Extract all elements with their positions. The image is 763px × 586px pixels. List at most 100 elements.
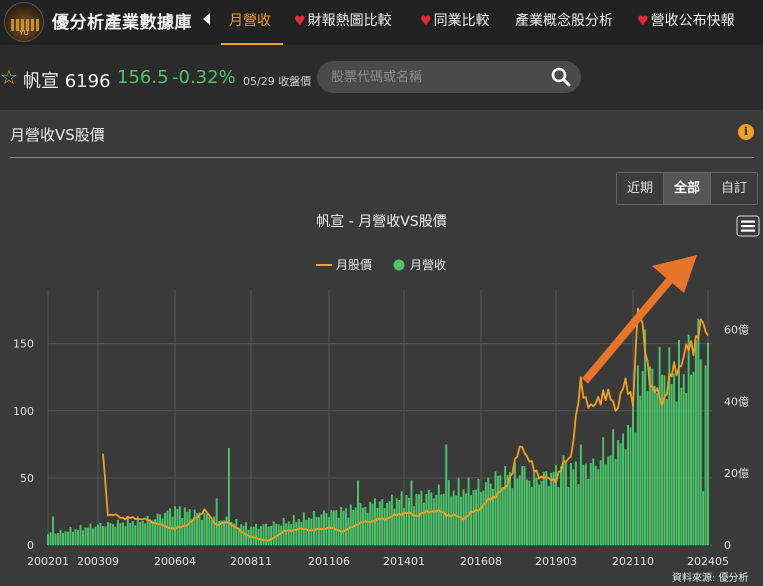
revenue-bar bbox=[77, 529, 79, 545]
revenue-bar bbox=[584, 463, 587, 545]
y-right-tick-label: 40億 bbox=[724, 395, 749, 408]
revenue-bar bbox=[653, 385, 656, 545]
revenue-bar bbox=[574, 461, 577, 545]
revenue-bar bbox=[472, 489, 475, 545]
revenue-bar bbox=[79, 524, 82, 545]
revenue-bar bbox=[349, 504, 352, 545]
revenue-bar bbox=[149, 520, 152, 545]
revenue-bar bbox=[181, 518, 184, 545]
revenue-bar bbox=[252, 526, 255, 545]
revenue-bar bbox=[59, 529, 62, 545]
revenue-bar bbox=[622, 433, 625, 545]
revenue-bar bbox=[577, 484, 580, 545]
revenue-bar bbox=[597, 469, 600, 545]
y-left-tick-label: 0 bbox=[27, 539, 34, 552]
revenue-bar bbox=[665, 398, 668, 545]
revenue-bar bbox=[447, 480, 450, 545]
data-source: 資料來源: 優分析 bbox=[672, 573, 749, 584]
revenue-bar bbox=[589, 462, 592, 545]
revenue-bar bbox=[422, 502, 425, 545]
x-tick-label: 200309 bbox=[77, 555, 119, 568]
revenue-bar bbox=[203, 512, 206, 545]
revenue-bar bbox=[47, 534, 49, 545]
revenue-bar bbox=[161, 518, 164, 545]
revenue-bar bbox=[74, 529, 77, 545]
revenue-bar bbox=[518, 475, 521, 545]
legend-revenue-label: 月營收 bbox=[410, 258, 446, 272]
revenue-bar bbox=[114, 526, 117, 545]
revenue-bar bbox=[116, 519, 119, 545]
revenue-bar bbox=[310, 518, 313, 545]
revenue-bar bbox=[272, 521, 275, 545]
revenue-bar bbox=[540, 480, 543, 545]
revenue-bar bbox=[440, 494, 443, 545]
revenue-bar bbox=[687, 334, 690, 545]
range-all-button[interactable]: 全部 bbox=[664, 173, 712, 204]
revenue-bar bbox=[609, 455, 612, 545]
x-tick-label: 201608 bbox=[460, 555, 502, 568]
revenue-bar bbox=[87, 527, 89, 545]
y-right-tick-label: 60億 bbox=[724, 324, 749, 337]
revenue-bar bbox=[335, 510, 338, 545]
revenue-bar bbox=[72, 531, 74, 545]
y-right-tick-label: 0 bbox=[724, 539, 731, 552]
revenue-bar bbox=[477, 478, 480, 545]
revenue-bar bbox=[569, 462, 572, 545]
revenue-bar bbox=[412, 506, 415, 545]
x-tick-label: 201106 bbox=[308, 555, 350, 568]
revenue-bar bbox=[582, 464, 585, 545]
revenue-bar bbox=[139, 521, 142, 545]
y-left-tick-label: 50 bbox=[20, 472, 34, 485]
revenue-bar bbox=[69, 527, 72, 545]
legend-price-label: 月股價 bbox=[336, 258, 372, 272]
revenue-bar bbox=[104, 526, 107, 545]
revenue-bar bbox=[564, 461, 567, 545]
revenue-bar bbox=[408, 497, 410, 545]
revenue-bar bbox=[644, 329, 647, 545]
revenue-bar bbox=[552, 471, 555, 545]
revenue-bar bbox=[94, 526, 97, 545]
revenue-bar bbox=[131, 521, 134, 545]
revenue-price-chart: 200201 200309 200604 200811 201106 201401 2016… bbox=[13, 255, 749, 568]
x-tick-label: 200811 bbox=[230, 555, 272, 568]
revenue-bar bbox=[342, 510, 345, 545]
revenue-bar bbox=[675, 401, 678, 545]
revenue-bar bbox=[690, 374, 693, 545]
revenue-bar bbox=[49, 532, 52, 545]
range-recent-button[interactable]: 近期 bbox=[617, 173, 665, 204]
revenue-bar bbox=[247, 529, 250, 545]
revenue-bar bbox=[361, 507, 364, 545]
revenue-bar bbox=[198, 512, 201, 545]
revenue-bar bbox=[617, 440, 620, 545]
revenue-bar bbox=[602, 437, 605, 545]
revenue-bar bbox=[169, 508, 171, 545]
revenue-bar bbox=[54, 533, 57, 545]
revenue-bar bbox=[455, 495, 458, 545]
revenue-bar bbox=[89, 523, 92, 545]
revenue-bar bbox=[285, 523, 288, 545]
revenue-bar bbox=[62, 532, 64, 545]
revenue-bar bbox=[504, 465, 507, 545]
revenue-bar bbox=[475, 489, 477, 545]
revenue-bar bbox=[82, 530, 84, 545]
revenue-bar bbox=[99, 522, 102, 545]
revenue-bar bbox=[159, 514, 162, 545]
revenue-bar bbox=[201, 519, 203, 545]
revenue-bar bbox=[267, 526, 270, 545]
revenue-bar bbox=[480, 492, 482, 545]
revenue-bar bbox=[501, 486, 504, 545]
revenue-bar bbox=[658, 347, 661, 545]
x-tick-label: 202110 bbox=[612, 555, 654, 568]
revenue-bar bbox=[547, 486, 550, 545]
revenue-bar bbox=[632, 396, 634, 545]
revenue-bar bbox=[417, 494, 420, 545]
chart-menu-icon[interactable] bbox=[736, 215, 760, 237]
range-custom-button[interactable]: 自訂 bbox=[711, 173, 758, 204]
revenue-bar bbox=[369, 501, 372, 545]
revenue-bar bbox=[604, 464, 607, 545]
revenue-bar bbox=[255, 523, 257, 545]
revenue-bar bbox=[106, 522, 109, 545]
revenue-bar bbox=[528, 480, 531, 545]
revenue-bar bbox=[141, 520, 144, 545]
revenue-bar bbox=[92, 528, 94, 545]
